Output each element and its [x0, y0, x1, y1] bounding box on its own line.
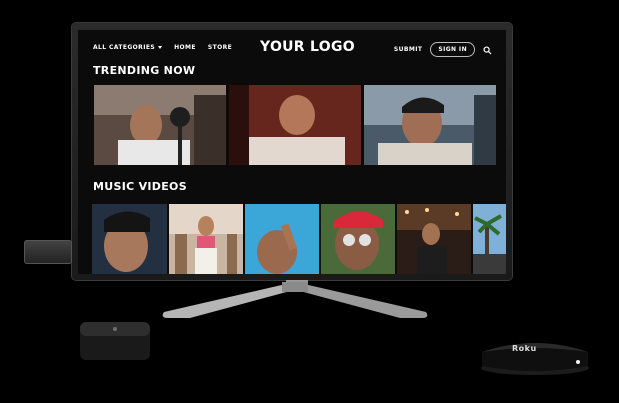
thumbnail-image	[245, 204, 319, 274]
trending-tile-1[interactable]	[94, 85, 226, 165]
top-navigation: ALL CATEGORIES HOME STORE YOUR LOGO SUBM…	[78, 30, 506, 64]
thumbnail-image	[473, 204, 506, 274]
thumbnail-image	[169, 204, 243, 274]
thumbnail-image	[94, 85, 226, 165]
thumbnail-image	[92, 204, 167, 274]
nav-submit[interactable]: SUBMIT	[394, 46, 422, 53]
tv-stand-base	[162, 282, 428, 318]
nav-right: SUBMIT SIGN IN	[394, 40, 492, 59]
nav-all-categories[interactable]: ALL CATEGORIES	[93, 44, 163, 51]
tv-screen: ALL CATEGORIES HOME STORE YOUR LOGO SUBM…	[78, 30, 506, 274]
nav-home[interactable]: HOME	[174, 44, 196, 51]
section-title-trending: TRENDING NOW	[93, 64, 196, 77]
music-video-tile-4[interactable]	[321, 204, 395, 274]
thumbnail-image	[229, 85, 361, 165]
trending-tile-2[interactable]	[229, 85, 361, 165]
apple-tv-device	[80, 322, 150, 360]
thumbnail-image	[321, 204, 395, 274]
trending-tile-3[interactable]	[364, 85, 496, 165]
sign-in-button[interactable]: SIGN IN	[430, 42, 475, 57]
music-video-tile-6[interactable]	[473, 204, 506, 274]
roku-logo-label: Roku	[512, 344, 537, 353]
thumbnail-image	[364, 85, 496, 165]
nav-store[interactable]: STORE	[208, 44, 232, 51]
section-title-music-videos: MUSIC VIDEOS	[93, 180, 187, 193]
music-video-tile-1[interactable]	[92, 204, 167, 274]
nav-left: ALL CATEGORIES HOME STORE	[93, 44, 232, 51]
roku-device	[481, 343, 589, 375]
chevron-down-icon	[158, 46, 163, 49]
music-video-tile-5[interactable]	[397, 204, 471, 274]
music-video-tile-3[interactable]	[245, 204, 319, 274]
nav-all-categories-label: ALL CATEGORIES	[93, 44, 156, 51]
thumbnail-image	[397, 204, 471, 274]
music-video-tile-2[interactable]	[169, 204, 243, 274]
brand-logo[interactable]: YOUR LOGO	[260, 39, 355, 55]
streaming-stick-device	[24, 240, 72, 264]
search-icon[interactable]	[483, 40, 492, 59]
